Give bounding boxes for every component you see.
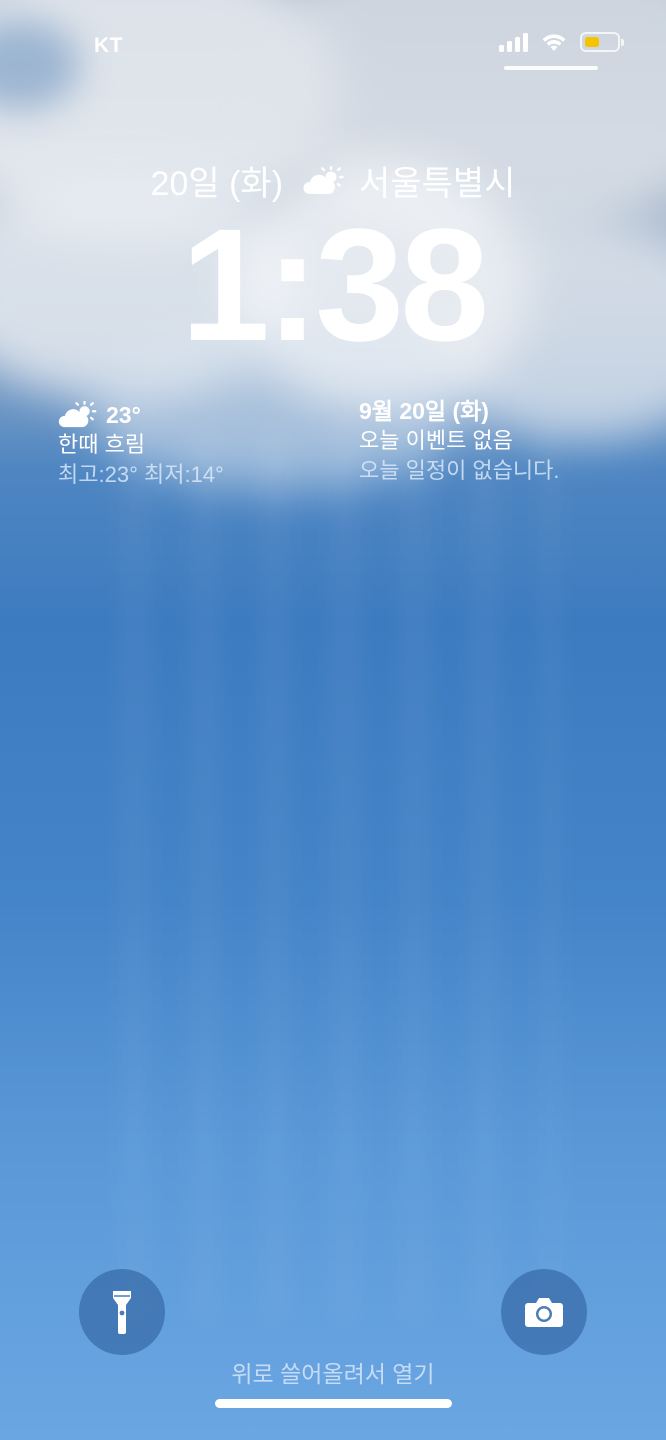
partly-cloudy-icon [58,401,97,428]
weather-temp-row: 23° [58,400,224,430]
weather-temperature: 23° [106,402,141,428]
weather-range: 최고:23° 최저:14° [58,462,224,487]
control-center-indicator[interactable] [504,66,598,70]
home-indicator[interactable] [215,1399,452,1408]
calendar-events-title: 오늘 이벤트 없음 [359,428,513,453]
light-rays-decoration [120,420,560,1320]
calendar-date: 9월 20일 (화) [359,398,489,424]
flashlight-button[interactable] [79,1269,165,1355]
weather-widget[interactable]: 23° 한때 흐림 최고:23° 최저:14° [58,400,224,490]
camera-icon [525,1298,563,1327]
cellular-signal-icon [499,32,528,52]
lock-screen: KT 20일 (화) 서울특별시 1:38 23° 한때 흐림 최고:23° 최… [0,0,666,1440]
flashlight-icon [113,1291,131,1334]
unlock-hint: 위로 쓸어올려서 열기 [231,1361,435,1387]
carrier-label: KT [94,34,123,57]
weather-condition: 한때 흐림 [58,432,146,457]
battery-level [585,37,599,47]
battery-icon [580,32,624,52]
calendar-events-detail: 오늘 일정이 없습니다. [359,458,560,483]
partly-cloudy-icon [303,165,344,194]
wifi-icon [542,34,566,51]
camera-button[interactable] [501,1269,587,1355]
calendar-widget[interactable]: 9월 20일 (화) 오늘 이벤트 없음 오늘 일정이 없습니다. [359,396,560,486]
lock-screen-clock[interactable]: 1:38 [0,200,666,370]
status-icons [499,32,624,52]
